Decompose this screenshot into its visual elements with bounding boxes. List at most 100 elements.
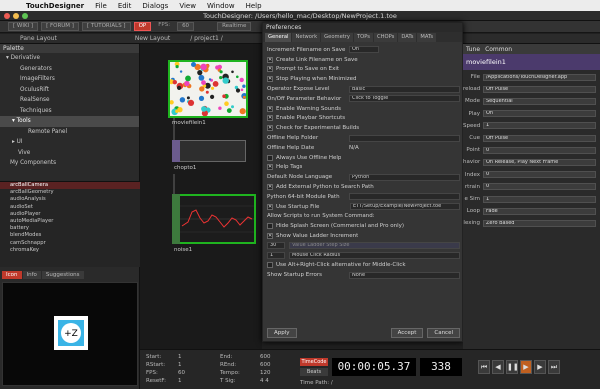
checkbox[interactable]: ✕ [267,115,273,122]
checkbox[interactable]: ✕ [267,66,273,73]
pref-field[interactable]: Click to Toggle [349,95,460,103]
stat-value[interactable]: 60 [178,370,185,376]
checkbox[interactable]: ✕ [267,164,273,171]
cancel-button[interactable]: Cancel [427,328,460,338]
network-editor[interactable]: moviefilein1 chopto1 noise1 [140,44,262,349]
tree-item[interactable]: Vive [0,148,139,159]
step-back-icon[interactable]: ◀ [492,360,504,374]
menu-edit[interactable]: Edit [118,2,132,10]
param-field[interactable]: 1 [483,122,596,130]
app-menu[interactable]: TouchDesigner [26,2,84,10]
rewind-icon[interactable]: ⏮ [478,360,490,374]
tab-tops[interactable]: TOPs [354,33,373,42]
stat-value[interactable]: 600 [260,354,271,360]
timecode-mode-button[interactable]: TimeCode [300,358,328,366]
tab-suggestions[interactable]: Suggestions [41,271,84,279]
play-icon[interactable]: ▶ [520,360,532,374]
op-button[interactable]: OP [133,22,152,31]
stat-value[interactable]: 600 [260,362,271,368]
param-field[interactable]: On Release, Play Next Frame [483,158,596,166]
param-field[interactable]: 1 [483,195,596,203]
pane-layout-button[interactable]: Pane Layout [20,35,57,42]
fast-forward-icon[interactable]: ⏭ [548,360,560,374]
list-item[interactable]: arcBallCamera [0,182,140,190]
menu-window[interactable]: Window [207,2,235,10]
tree-item[interactable]: ▸ UI [0,137,139,148]
checkbox[interactable]: ✕ [267,184,273,191]
tree-item[interactable]: Remote Panel [0,127,139,138]
list-item[interactable]: audioAnalysis [0,196,140,203]
checkbox[interactable] [267,223,273,230]
apply-button[interactable]: Apply [267,328,297,338]
pref-field[interactable]: ETT/Setup/Example/NewProject.toe [350,203,460,211]
param-field[interactable]: 0 [483,146,596,154]
tab-geometry[interactable]: Geometry [321,33,353,42]
noise-op[interactable] [178,194,256,244]
list-item[interactable]: camSchnappr [0,240,140,247]
tab-network[interactable]: Network [292,33,321,42]
close-window-button[interactable] [4,13,10,19]
accept-button[interactable]: Accept [390,328,424,338]
tree-item-tools[interactable]: ▾ Tools [0,116,139,127]
tree-item[interactable]: OculusRift [0,85,139,96]
param-field[interactable]: On [483,110,596,118]
pref-field[interactable]: On [349,46,379,54]
wiki-button[interactable]: [ WIKI ] [8,22,39,31]
list-item[interactable]: blendModes [0,232,140,239]
realtime-toggle[interactable]: Realtime [217,22,252,31]
stat-value[interactable]: 1 [178,378,182,384]
checkbox[interactable]: ✕ [267,203,273,210]
step-forward-icon[interactable]: ▶ [534,360,546,374]
param-field[interactable]: 0 [483,183,596,191]
tab-icon[interactable]: Icon [2,271,22,279]
stat-value[interactable]: 1 [178,362,182,368]
tab-mats[interactable]: MATs [417,33,437,42]
menu-view[interactable]: View [179,2,196,10]
checkbox[interactable] [267,262,273,269]
param-field[interactable]: 0 [483,171,596,179]
network-path[interactable]: / project1 / [190,35,223,42]
param-field[interactable]: Off Pulse [483,134,596,142]
zoom-window-button[interactable] [22,13,28,19]
list-item[interactable]: autoMediaPlayer [0,218,140,225]
pref-field[interactable]: None [349,271,460,279]
checkbox[interactable]: ✕ [267,76,273,83]
menu-dialogs[interactable]: Dialogs [142,2,168,10]
pause-icon[interactable]: ❚❚ [506,360,519,374]
new-layout-tab[interactable]: New Layout [135,35,170,42]
list-item[interactable]: chromaKey [0,247,140,254]
checkbox[interactable]: ✕ [267,105,273,112]
tab-tune[interactable]: Tune [466,46,480,53]
list-item[interactable]: arcBallGeometry [0,189,140,196]
stat-value[interactable]: 1 [178,354,182,360]
timecode-display[interactable]: 00:00:05.37 [332,358,416,376]
param-field[interactable]: Off Pulse [483,85,596,93]
stat-value[interactable]: 120 [260,370,271,376]
pref-field[interactable]: Basic [349,85,460,93]
tab-chops[interactable]: CHOPs [374,33,398,42]
tab-info[interactable]: Info [22,271,41,279]
checkbox[interactable]: ✕ [267,56,273,63]
checkbox[interactable] [267,154,273,161]
pref-number[interactable]: 1 [267,252,285,260]
pref-slider[interactable]: Value Ladder Step Size [289,242,460,250]
beats-mode-button[interactable]: Beats [300,368,328,376]
tutorials-button[interactable]: [ TUTORIALS ] [81,22,131,31]
param-field[interactable]: Sequential [483,97,596,105]
tab-dats[interactable]: DATs [398,33,417,42]
tab-common[interactable]: Common [485,46,512,53]
pref-field[interactable]: Python [349,173,460,181]
stat-value[interactable]: 4 4 [260,378,269,384]
tree-item[interactable]: RealSense [0,95,139,106]
tree-item[interactable]: ▾ Derivative [0,53,139,64]
fps-field[interactable]: 60 [177,22,195,31]
list-item[interactable]: audioPlayer [0,211,140,218]
menu-help[interactable]: Help [246,2,262,10]
minimize-window-button[interactable] [13,13,19,19]
pref-field[interactable] [349,193,460,201]
param-field[interactable]: Fade [483,207,596,215]
chopto-op[interactable] [176,140,246,162]
param-field[interactable]: Zero Based [483,219,596,227]
tree-item[interactable]: ImageFilters [0,74,139,85]
tree-item[interactable]: My Components [0,158,139,169]
